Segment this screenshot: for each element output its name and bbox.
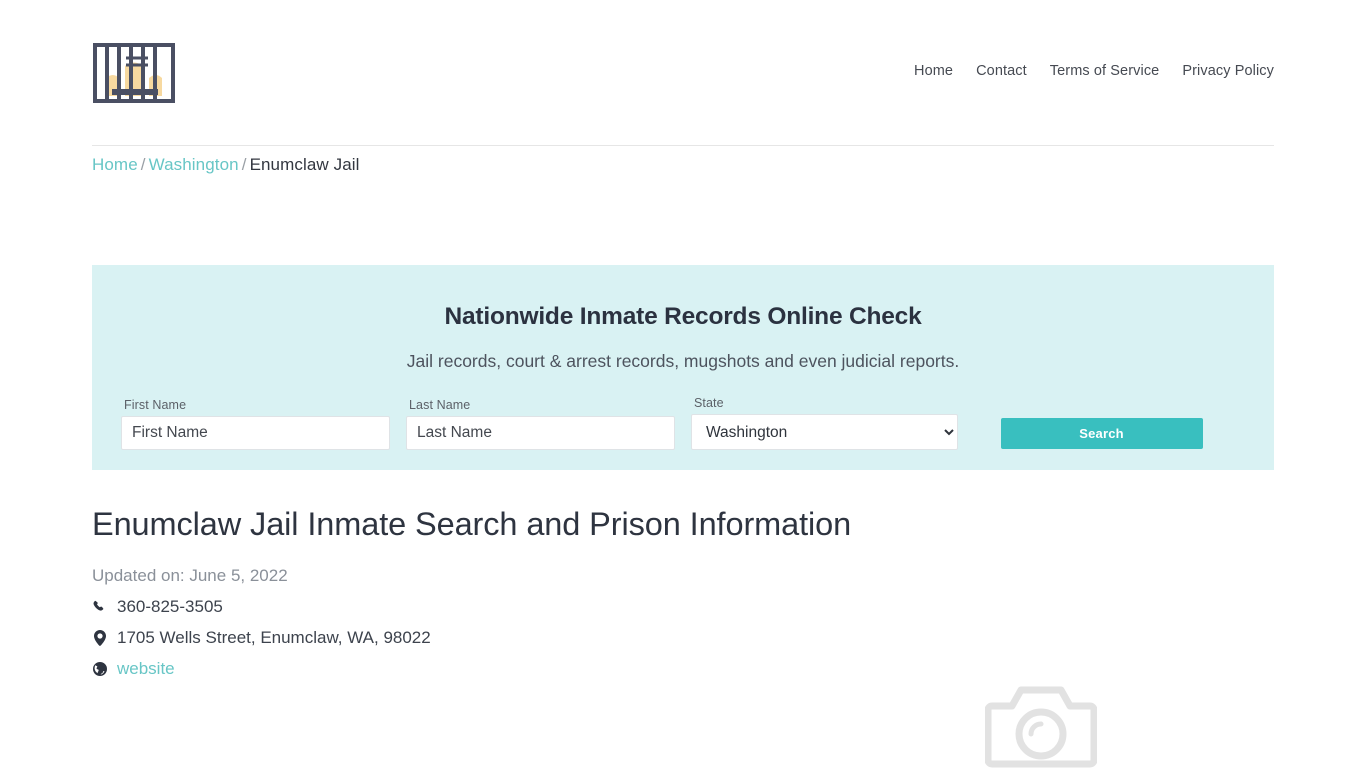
site-header: Home Contact Terms of Service Privacy Po… — [92, 0, 1274, 146]
search-panel-title: Nationwide Inmate Records Online Check — [444, 303, 922, 330]
page-root: Home Contact Terms of Service Privacy Po… — [0, 0, 1366, 768]
last-name-label: Last Name — [409, 398, 471, 412]
page-title: Enumclaw Jail Inmate Search and Prison I… — [92, 506, 852, 542]
last-name-input[interactable] — [406, 416, 675, 450]
breadcrumb: Home / Washington / Enumclaw Jail — [92, 155, 1274, 175]
website-line: website — [92, 659, 1274, 679]
breadcrumb-current: Enumclaw Jail — [249, 155, 360, 174]
nav-item-home[interactable]: Home — [914, 63, 953, 79]
nav-item-terms-of-service[interactable]: Terms of Service — [1050, 63, 1160, 79]
article-main: Enumclaw Jail Inmate Search and Prison I… — [92, 505, 1274, 679]
first-name-label: First Name — [124, 398, 187, 412]
breadcrumb-separator-2: / — [241, 155, 247, 174]
jail-bars-logo — [93, 42, 175, 103]
camera-icon — [984, 686, 1098, 768]
last-name-field-group: Last Name — [406, 398, 675, 450]
search-panel-subtitle: Jail records, court & arrest records, mu… — [406, 351, 960, 371]
search-button[interactable]: Search — [1000, 418, 1203, 449]
phone-line: 360-825-3505 — [92, 597, 1274, 617]
search-button-wrapper: Search — [958, 418, 1245, 450]
breadcrumb-washington[interactable]: Washington — [149, 155, 239, 174]
phone-number: 360-825-3505 — [117, 597, 223, 616]
breadcrumb-home[interactable]: Home — [92, 155, 138, 174]
state-label: State — [694, 396, 724, 410]
nav-item-privacy-policy[interactable]: Privacy Policy — [1182, 63, 1274, 79]
nav-item-contact[interactable]: Contact — [976, 63, 1027, 79]
website-link[interactable]: website — [117, 659, 175, 679]
inmate-search-form: First Name Last Name State Washington Se… — [121, 396, 1245, 450]
first-name-input[interactable] — [121, 416, 390, 450]
phone-icon — [92, 600, 108, 614]
address-line: 1705 Wells Street, Enumclaw, WA, 98022 — [92, 628, 1274, 648]
globe-icon — [92, 662, 108, 676]
updated-date: Updated on: June 5, 2022 — [92, 566, 288, 585]
first-name-field-group: First Name — [121, 398, 390, 450]
inmate-search-panel: Nationwide Inmate Records Online Check J… — [92, 265, 1274, 470]
state-field-group: State Washington — [691, 396, 958, 450]
image-placeholder — [984, 682, 1098, 768]
site-logo-link[interactable] — [92, 42, 176, 104]
map-pin-icon — [92, 630, 108, 646]
address-text: 1705 Wells Street, Enumclaw, WA, 98022 — [117, 628, 431, 647]
breadcrumb-separator-1: / — [140, 155, 146, 174]
state-select[interactable]: Washington — [691, 414, 958, 450]
main-navigation: Home Contact Terms of Service Privacy Po… — [914, 63, 1274, 83]
